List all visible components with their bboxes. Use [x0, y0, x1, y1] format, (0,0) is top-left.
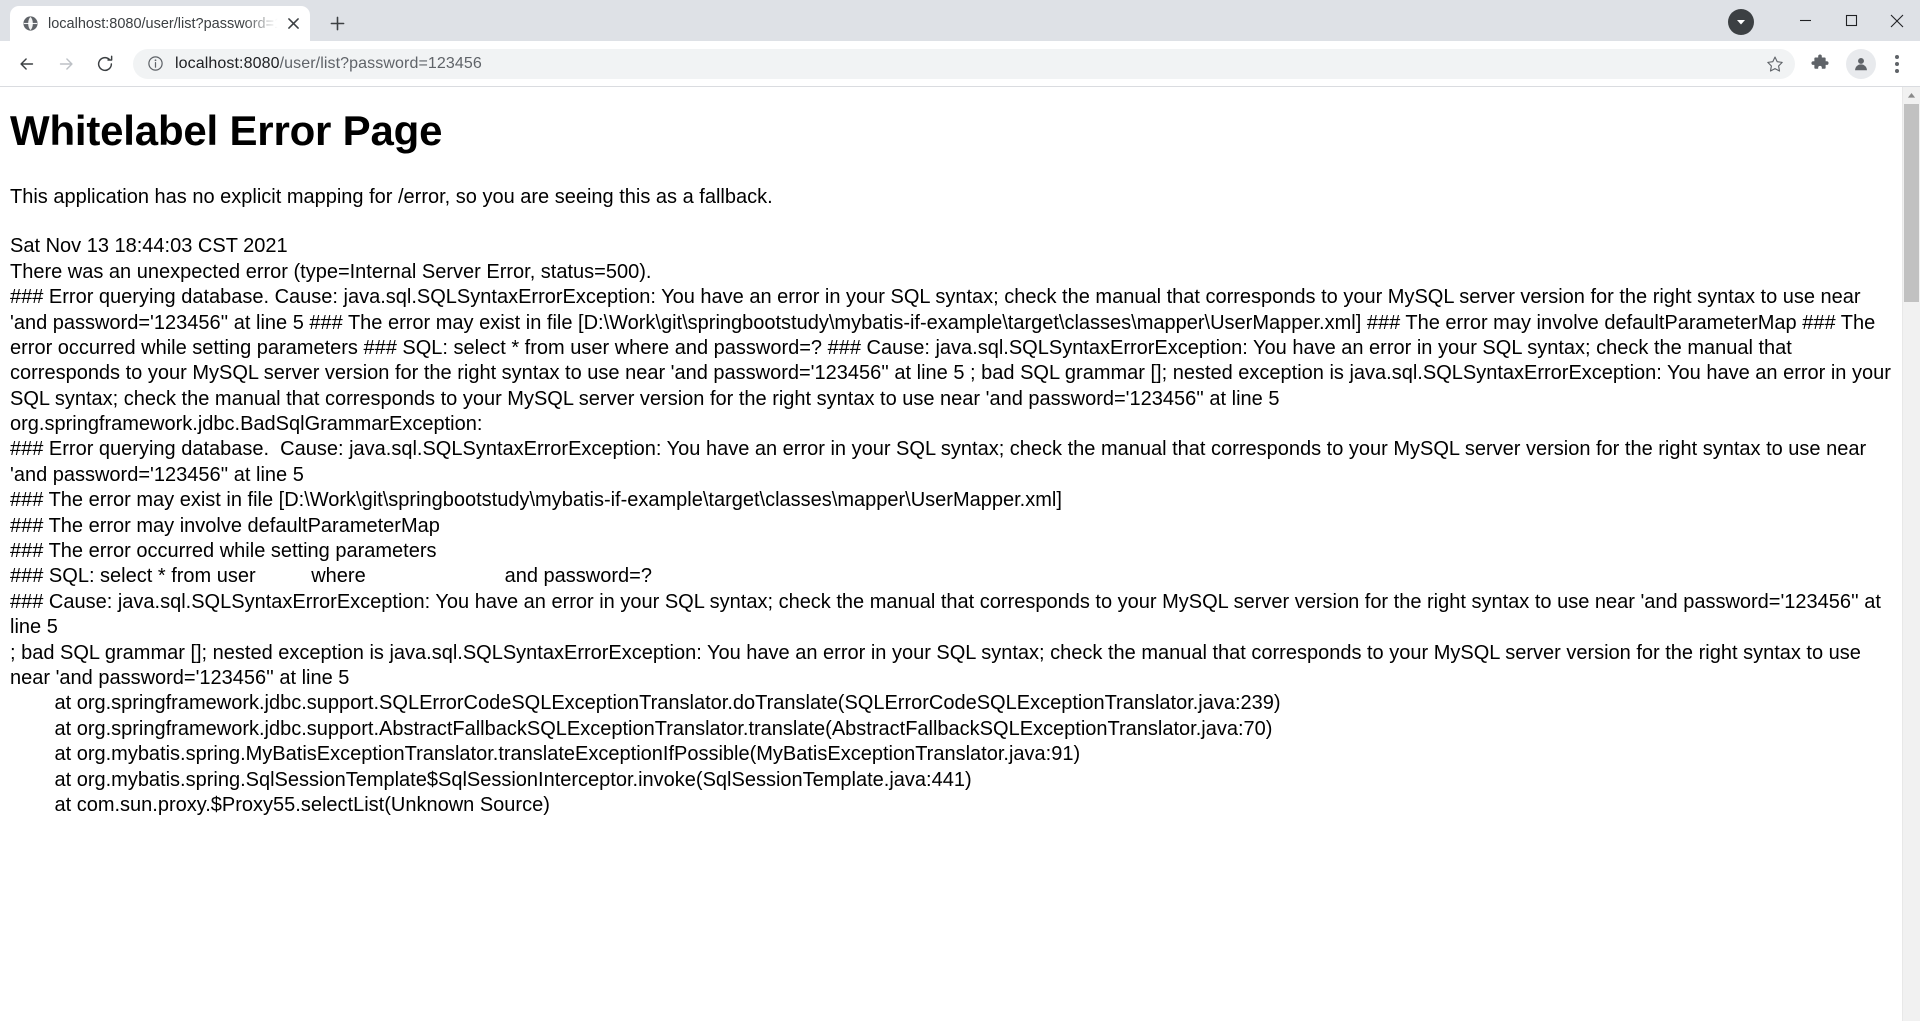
page-viewport: Whitelabel Error Page This application h… [0, 87, 1920, 1021]
menu-dot [1895, 62, 1899, 66]
puzzle-icon[interactable] [1803, 47, 1837, 81]
address-bar-path: /user/list?password=123456 [280, 55, 482, 72]
window-maximize-button[interactable] [1828, 0, 1874, 41]
star-icon[interactable] [1761, 50, 1789, 78]
three-dots-menu-icon[interactable] [1882, 47, 1912, 81]
menu-dot [1895, 69, 1899, 73]
browser-tab-title: localhost:8080/user/list?password=123456 [48, 16, 280, 32]
browser-tab-strip: localhost:8080/user/list?password=123456 [0, 0, 1920, 41]
globe-icon [21, 15, 39, 33]
window-close-button[interactable] [1874, 0, 1920, 41]
forward-arrow-icon[interactable] [49, 47, 83, 81]
page-scrollbar[interactable] [1902, 87, 1920, 1021]
profile-avatar-button[interactable] [1846, 49, 1876, 79]
new-tab-button[interactable] [322, 8, 352, 38]
menu-dot [1895, 55, 1899, 59]
scrollbar-thumb[interactable] [1904, 104, 1919, 302]
window-minimize-button[interactable] [1782, 0, 1828, 41]
error-stack-trace: Sat Nov 13 18:44:03 CST 2021 There was a… [10, 234, 1894, 818]
page-title: Whitelabel Error Page [10, 108, 1894, 153]
browser-toolbar: localhost:8080/user/list?password=123456 [0, 41, 1920, 87]
address-bar[interactable]: localhost:8080/user/list?password=123456 [133, 49, 1795, 79]
whitelabel-error-page: Whitelabel Error Page This application h… [0, 87, 1902, 1021]
scrollbar-up-arrow[interactable] [1903, 87, 1920, 104]
close-tab-icon[interactable] [282, 13, 304, 35]
back-arrow-icon[interactable] [10, 47, 44, 81]
info-circle-icon[interactable] [145, 54, 165, 74]
chevron-down-icon[interactable] [1728, 9, 1754, 35]
address-bar-url[interactable]: localhost:8080/user/list?password=123456 [175, 55, 1761, 73]
page-subtitle: This application has no explicit mapping… [10, 185, 1894, 210]
browser-tab[interactable]: localhost:8080/user/list?password=123456 [10, 6, 310, 41]
reload-icon[interactable] [88, 47, 122, 81]
toolbar-actions [1803, 47, 1912, 81]
address-bar-host: localhost:8080 [175, 55, 280, 72]
